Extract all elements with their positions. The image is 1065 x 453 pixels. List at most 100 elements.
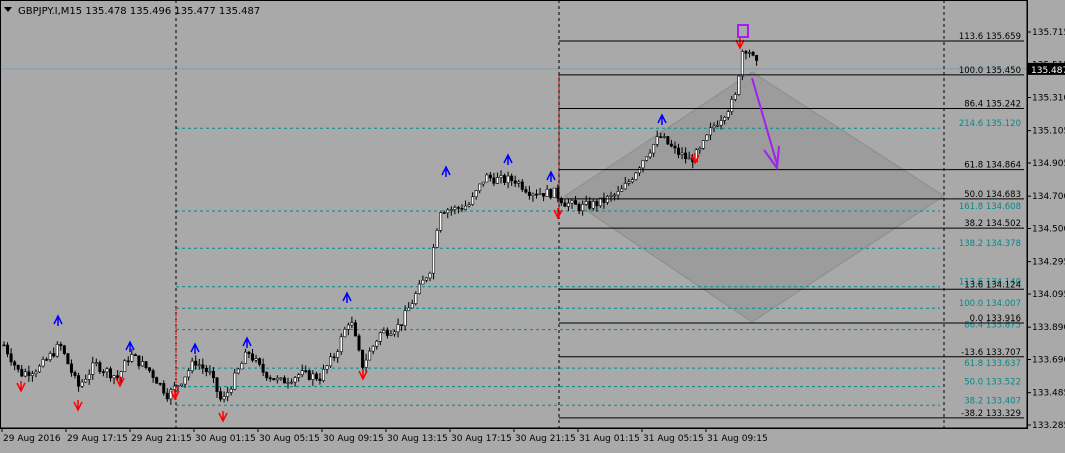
fractal-up-arrow: [190, 342, 200, 354]
candle-body: [449, 209, 453, 211]
candle-body: [417, 283, 421, 294]
candle-body: [215, 377, 219, 392]
candle-body: [495, 177, 499, 184]
candle-body: [336, 351, 340, 358]
candle-body: [574, 200, 578, 205]
fractal-up-arrow: [242, 336, 252, 348]
fractal-down-arrow: [735, 38, 745, 50]
candle-body: [151, 370, 155, 378]
candle-body: [353, 322, 357, 337]
candle-body: [45, 359, 49, 361]
candle-body: [616, 191, 620, 196]
candle-body: [407, 307, 411, 312]
candle-body: [222, 396, 226, 400]
fractal-up-arrow: [441, 165, 451, 177]
price-tick-label: 134.500: [1032, 225, 1065, 235]
candle-body: [80, 381, 84, 387]
candle-body: [531, 193, 535, 196]
candle-body: [275, 377, 279, 381]
fib-teal-label: 38.2 133.407: [964, 396, 1021, 406]
price-chart[interactable]: 214.6 135.120 161.8 134.608 138.2 134.378 1…: [0, 0, 1065, 449]
candle-body: [307, 370, 311, 380]
candle-body: [428, 272, 432, 279]
candle-body: [361, 349, 365, 368]
candle-body: [254, 358, 258, 361]
candle-body: [41, 359, 45, 367]
candle-body: [613, 194, 617, 197]
chart-window[interactable]: 214.6 135.120 161.8 134.608 138.2 134.378 1…: [0, 0, 1065, 449]
candle-body: [524, 189, 528, 193]
candle-body: [137, 355, 141, 367]
candle-body: [655, 136, 659, 145]
candle-body: [52, 353, 56, 357]
candle-body: [588, 201, 592, 209]
candle-body: [623, 183, 627, 190]
candle-body: [751, 51, 755, 56]
time-tick-label: 30 Aug 09:15: [323, 434, 384, 444]
fractal-up-arrow: [53, 314, 63, 326]
candle-body: [208, 370, 212, 373]
candle-body: [37, 365, 41, 373]
candle-body: [357, 335, 361, 351]
fib-teal-label: 61.8 133.637: [964, 359, 1021, 369]
fib-teal-label: 161.8 134.608: [959, 202, 1021, 212]
candle-body: [155, 377, 159, 384]
candle-body: [581, 204, 585, 212]
candle-body: [140, 361, 144, 367]
price-tick-label: 133.285: [1032, 421, 1065, 431]
price-tick-label: 133.690: [1032, 356, 1065, 366]
candle-body: [499, 175, 503, 178]
fractal-up-arrow: [125, 340, 135, 352]
candle-body: [251, 353, 255, 361]
fib-black-label: 113.6 135.659: [959, 32, 1021, 42]
fib-black-label: 0.0 133.916: [970, 314, 1021, 324]
candle-body: [446, 209, 450, 214]
candle-body: [666, 136, 670, 145]
fib-teal-label: 100.0 134.007: [959, 299, 1021, 309]
fib-black-label: 38.2 134.502: [964, 219, 1021, 229]
candle-body: [719, 120, 723, 126]
candle-body: [641, 160, 645, 169]
fractal-up-arrow: [657, 113, 667, 125]
time-tick-label: 29 Aug 2016: [3, 434, 61, 444]
candle-body: [684, 152, 688, 160]
candle-body: [705, 134, 709, 141]
price-tick-label: 134.095: [1032, 290, 1065, 300]
candle-body: [130, 354, 134, 362]
candle-body: [240, 363, 244, 370]
candle-body: [187, 370, 191, 378]
candle-body: [318, 378, 322, 381]
candle-body: [229, 388, 233, 393]
candle-body: [634, 172, 638, 180]
candle-body: [91, 362, 95, 375]
candle-body: [584, 201, 588, 205]
candle-body: [105, 368, 109, 373]
time-tick-label: 30 Aug 17:15: [451, 434, 512, 444]
current-price-label: 135.487: [1031, 66, 1065, 76]
candle-body: [488, 174, 492, 179]
candle-body: [645, 156, 649, 161]
fractal-down-arrow: [73, 400, 83, 412]
candle-body: [378, 332, 382, 342]
candle-body: [620, 188, 624, 192]
candle-body: [478, 183, 482, 192]
fractal-down-arrow: [16, 381, 26, 393]
candle-body: [69, 363, 73, 373]
candle-body: [545, 189, 549, 197]
price-tick-label: 134.295: [1032, 258, 1065, 268]
candle-body: [503, 175, 507, 183]
candle-body: [116, 375, 120, 378]
candle-body: [265, 372, 269, 379]
candle-body: [204, 367, 208, 373]
candle-body: [442, 212, 446, 214]
candle-body: [332, 356, 336, 359]
candle-body: [13, 361, 17, 366]
candle-body: [94, 362, 98, 364]
candle-body: [201, 364, 205, 369]
fib-black-label: 100.0 135.450: [959, 66, 1021, 76]
candle-body: [538, 193, 542, 195]
candle-body: [549, 189, 553, 198]
candle-body: [662, 136, 666, 138]
candle-body: [453, 207, 457, 210]
candle-body: [737, 75, 741, 95]
